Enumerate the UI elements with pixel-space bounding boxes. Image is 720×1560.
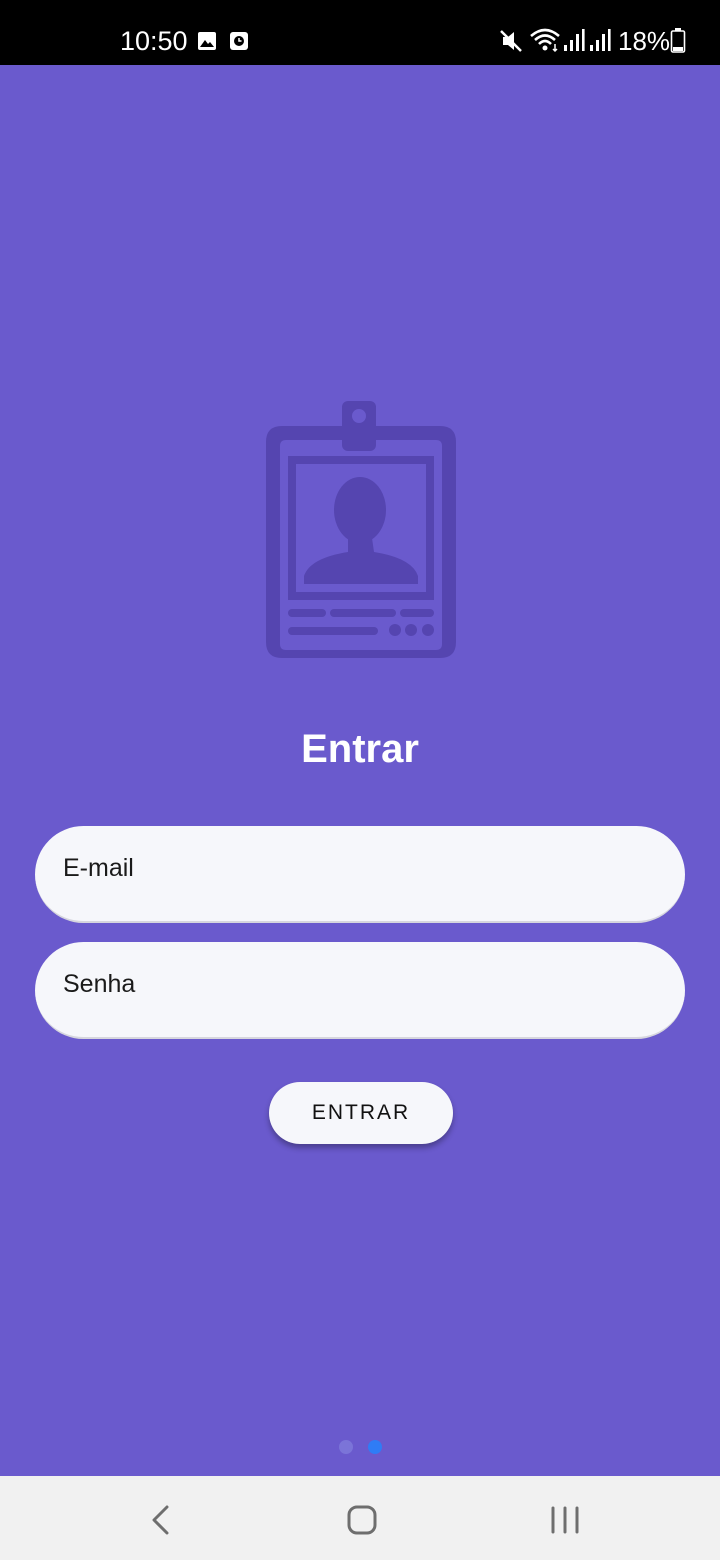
page-dot-inactive[interactable] bbox=[339, 1440, 353, 1454]
wifi-icon bbox=[530, 28, 560, 53]
id-badge-icon bbox=[266, 401, 456, 658]
battery-icon bbox=[670, 28, 686, 53]
login-screen: 10:50 18% Entrar E-mail ENTRAR bbox=[0, 0, 720, 1560]
page-title: Entrar bbox=[301, 727, 419, 771]
email-input[interactable] bbox=[63, 848, 653, 888]
navigation-bar bbox=[0, 1476, 720, 1560]
home-icon[interactable] bbox=[340, 1498, 384, 1542]
password-field[interactable] bbox=[35, 942, 685, 1039]
status-time: 10:50 bbox=[120, 26, 188, 56]
signal-icon bbox=[564, 29, 585, 51]
battery-percent: 18% bbox=[618, 26, 671, 56]
mute-icon bbox=[500, 30, 522, 52]
recent-apps-icon[interactable] bbox=[543, 1498, 587, 1542]
back-icon[interactable] bbox=[139, 1498, 183, 1542]
signal-icon bbox=[590, 29, 611, 51]
login-button[interactable]: ENTRAR bbox=[269, 1082, 453, 1144]
password-input[interactable] bbox=[63, 964, 653, 1004]
status-bar: 10:50 18% bbox=[0, 0, 720, 65]
clock-notification-icon bbox=[230, 32, 248, 50]
email-field[interactable] bbox=[35, 826, 685, 923]
image-icon bbox=[198, 32, 216, 50]
page-dot-active[interactable] bbox=[368, 1440, 382, 1454]
